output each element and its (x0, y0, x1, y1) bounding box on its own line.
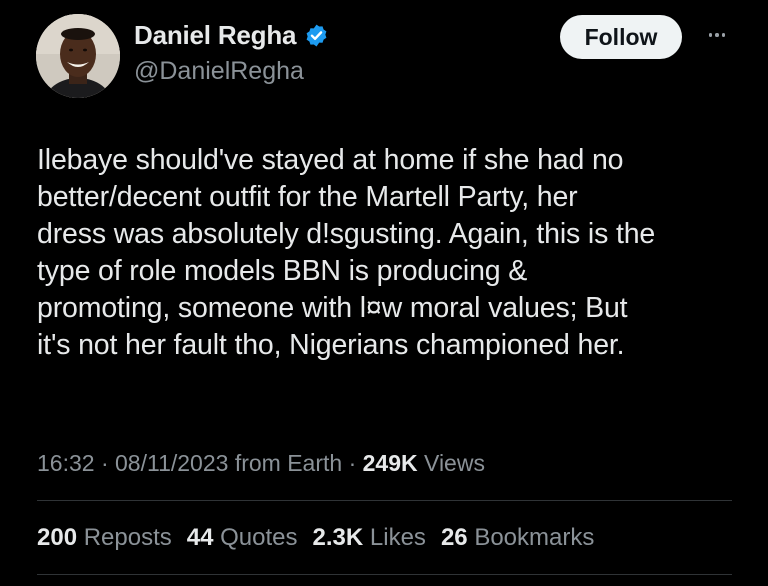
engagement-stats: 200 Reposts 44 Quotes 2.3K Likes 26 Book… (37, 524, 594, 552)
dot (721, 33, 726, 37)
avatar-image (36, 14, 120, 98)
stat-bookmarks[interactable]: 26 Bookmarks (441, 524, 594, 552)
tweet-card: Daniel Regha @DanielRegha Follow Ilebaye… (0, 0, 768, 586)
tweet-text: Ilebaye should've stayed at home if she … (37, 144, 656, 361)
tweet-source: from Earth (234, 450, 343, 476)
views-count: 249K (362, 450, 418, 476)
divider (37, 500, 732, 501)
meta-separator: · (342, 450, 363, 476)
dot (708, 33, 713, 37)
verified-badge-icon (306, 24, 327, 47)
author-handle[interactable]: @DanielRegha (134, 57, 304, 86)
stat-count: 2.3K (312, 524, 364, 551)
tweet-meta: 16:32 · 08/11/2023 from Earth · 249K Vie… (37, 450, 485, 477)
follow-button[interactable]: Follow (560, 15, 682, 59)
meta-separator: · (94, 450, 116, 476)
stat-quotes[interactable]: 44 Quotes (187, 524, 298, 552)
avatar[interactable] (36, 14, 120, 98)
divider (37, 574, 732, 575)
stat-label: Likes (369, 524, 426, 551)
more-options-icon[interactable] (704, 22, 730, 48)
stat-count: 200 (37, 524, 78, 551)
tweet-time[interactable]: 16:32 (37, 450, 95, 476)
stat-count: 26 (440, 524, 468, 551)
stat-label: Quotes (220, 524, 298, 551)
stat-label: Bookmarks (474, 524, 595, 551)
views-label: Views (424, 450, 485, 476)
stat-likes[interactable]: 2.3K Likes (313, 524, 426, 552)
author-name-row: Daniel Regha (134, 20, 329, 51)
stat-count: 44 (186, 524, 214, 551)
stat-reposts[interactable]: 200 Reposts (37, 524, 172, 552)
dot (715, 33, 719, 37)
tweet-date[interactable]: 08/11/2023 (115, 450, 228, 476)
stat-label: Reposts (83, 524, 172, 551)
author-display-name[interactable]: Daniel Regha (134, 20, 297, 51)
